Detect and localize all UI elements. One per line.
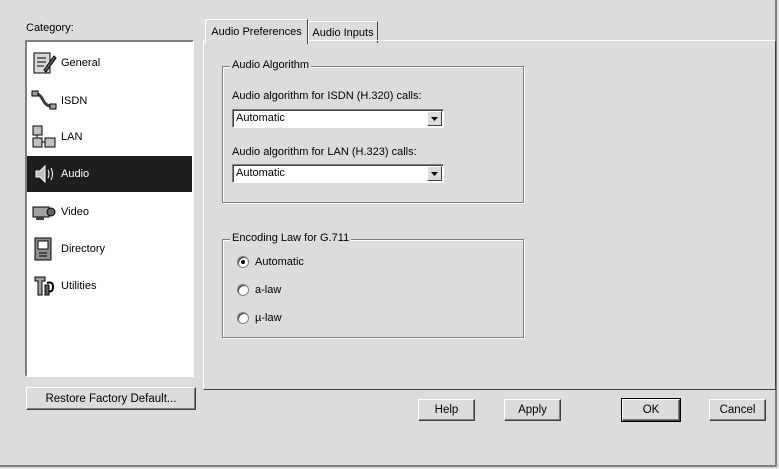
category-item-audio[interactable]: Audio (27, 156, 192, 192)
category-item-label: Directory (61, 243, 106, 255)
lan-icon (29, 122, 59, 152)
radio-mu-law[interactable]: µ-law (237, 312, 282, 324)
category-item-video[interactable]: Video (27, 194, 192, 230)
category-item-isdn[interactable]: ISDN (27, 83, 192, 119)
isdn-icon (29, 86, 59, 116)
directory-icon (29, 234, 59, 264)
radio-a-law[interactable]: a-law (237, 284, 281, 296)
lan-algorithm-label: Audio algorithm for LAN (H.323) calls: (232, 146, 417, 158)
category-item-label: Audio (61, 168, 90, 180)
category-item-directory[interactable]: Directory (27, 231, 192, 267)
utilities-icon (29, 271, 59, 301)
help-button[interactable]: Help (418, 399, 475, 421)
isdn-algorithm-value: Automatic (236, 112, 285, 124)
chevron-down-icon[interactable] (427, 166, 442, 181)
radio-automatic[interactable]: Automatic (237, 256, 304, 268)
category-item-label: ISDN (61, 95, 88, 107)
chevron-down-icon[interactable] (427, 111, 442, 126)
restore-factory-default-button[interactable]: Restore Factory Default... (26, 387, 196, 410)
isdn-algorithm-label: Audio algorithm for ISDN (H.320) calls: (232, 90, 422, 102)
lan-algorithm-select[interactable]: Automatic (232, 164, 444, 183)
tab-audio-preferences[interactable]: Audio Preferences (205, 19, 308, 44)
radio-button-checked[interactable] (237, 256, 249, 268)
cancel-button[interactable]: Cancel (709, 399, 766, 421)
radio-label: a-law (255, 284, 282, 296)
audio-icon (29, 159, 59, 189)
category-item-label: Utilities (61, 280, 97, 292)
encoding-law-title: Encoding Law for G.711 (230, 232, 352, 244)
radio-label: Automatic (255, 256, 304, 268)
category-item-utilities[interactable]: Utilities (27, 268, 192, 304)
radio-button[interactable] (237, 284, 249, 296)
ok-button[interactable]: OK (621, 398, 681, 422)
lan-algorithm-value: Automatic (236, 167, 285, 179)
general-icon (29, 48, 59, 78)
category-item-label: Video (61, 206, 89, 218)
category-item-label: General (61, 57, 101, 69)
category-list[interactable]: General ISDN LAN Audio Video Directory U… (25, 40, 194, 377)
category-item-lan[interactable]: LAN (27, 119, 192, 155)
category-label: Category: (26, 22, 74, 34)
category-item-label: LAN (61, 131, 83, 143)
isdn-algorithm-select[interactable]: Automatic (232, 109, 444, 128)
radio-button[interactable] (237, 312, 249, 324)
apply-button[interactable]: Apply (504, 399, 561, 421)
audio-algorithm-title: Audio Algorithm (230, 59, 312, 71)
category-item-general[interactable]: General (27, 45, 192, 81)
radio-label: µ-law (255, 312, 282, 324)
video-icon (29, 197, 59, 227)
